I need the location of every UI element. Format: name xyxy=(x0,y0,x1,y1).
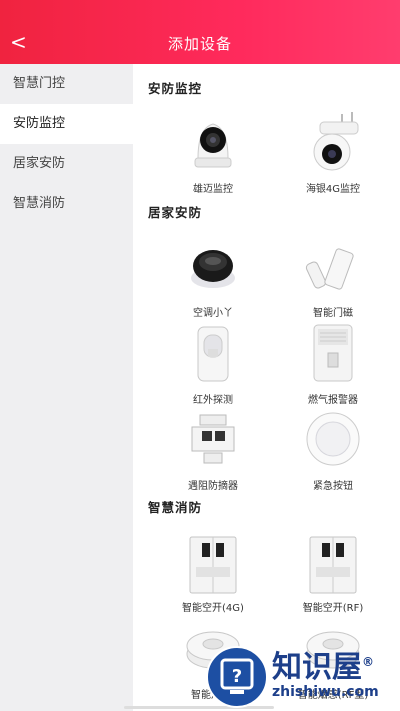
device-haiyin-4g-camera[interactable]: 海银4G监控 xyxy=(278,108,388,195)
device-ac-controller[interactable]: 空调小丫 xyxy=(158,232,268,319)
door-sensor-icon xyxy=(298,232,368,302)
watermark-brand: 知识屋® xyxy=(272,650,374,685)
circuit-breaker-icon xyxy=(178,527,248,597)
device-label: 雄迈监控 xyxy=(193,184,233,195)
device-label: 智能门磁 xyxy=(313,308,353,319)
outdoor-camera-icon xyxy=(298,108,368,178)
device-label: 海银4G监控 xyxy=(305,184,361,195)
header-bar: < 添加设备 xyxy=(0,0,400,64)
sidebar-item-smart-door[interactable]: 智慧门控 xyxy=(0,64,133,104)
sidebar-item-home-security[interactable]: 居家安防 xyxy=(0,144,133,184)
device-label: 紧急按钮 xyxy=(313,481,353,492)
category-sidebar: 智慧门控 安防监控 居家安防 智慧消防 xyxy=(0,64,133,711)
device-label: 遇阻防摘器 xyxy=(188,481,238,492)
device-label: 智能空开(4G) xyxy=(182,603,244,614)
device-emergency-button[interactable]: 紧急按钮 xyxy=(278,405,388,492)
section-title-smart-fire: 智慧消防 xyxy=(148,500,203,515)
ptz-camera-icon xyxy=(178,108,248,178)
device-infrared-detector[interactable]: 红外探测 xyxy=(158,319,268,406)
device-door-sensor[interactable]: 智能门磁 xyxy=(278,232,388,319)
watermark-logo: ? 知识屋® zhishiwu.com xyxy=(200,640,400,711)
anti-removal-icon xyxy=(178,405,248,475)
device-label: 燃气报警器 xyxy=(308,395,358,406)
device-breaker-4g[interactable]: 智能空开(4G) xyxy=(158,527,268,614)
device-label: 红外探测 xyxy=(193,395,233,406)
gas-alarm-icon xyxy=(298,319,368,389)
page-title: 添加设备 xyxy=(167,35,232,53)
device-label: 智能空开(RF) xyxy=(302,603,364,614)
circuit-breaker-icon xyxy=(298,527,368,597)
section-title-security: 安防监控 xyxy=(148,81,203,96)
sidebar-item-security-monitor[interactable]: 安防监控 xyxy=(0,104,133,144)
device-anti-removal[interactable]: 遇阻防摘器 xyxy=(158,405,268,492)
watermark-domain: zhishiwu.com xyxy=(272,684,379,700)
question-icon: ? xyxy=(206,646,268,708)
device-list: 安防监控 雄迈监控 海银4G监控 居家安防 空调小丫 智能门磁 红外探测 燃气报… xyxy=(133,64,400,711)
ac-controller-icon xyxy=(178,232,248,302)
device-label: 空调小丫 xyxy=(193,308,233,319)
device-xiongmai-camera[interactable]: 雄迈监控 xyxy=(158,108,268,195)
device-gas-alarm[interactable]: 燃气报警器 xyxy=(278,319,388,406)
svg-text:?: ? xyxy=(232,666,242,687)
infrared-detector-icon xyxy=(178,319,248,389)
emergency-button-icon xyxy=(298,405,368,475)
sidebar-item-smart-fire[interactable]: 智慧消防 xyxy=(0,184,133,224)
device-breaker-rf[interactable]: 智能空开(RF) xyxy=(278,527,388,614)
section-title-home-security: 居家安防 xyxy=(148,205,203,220)
